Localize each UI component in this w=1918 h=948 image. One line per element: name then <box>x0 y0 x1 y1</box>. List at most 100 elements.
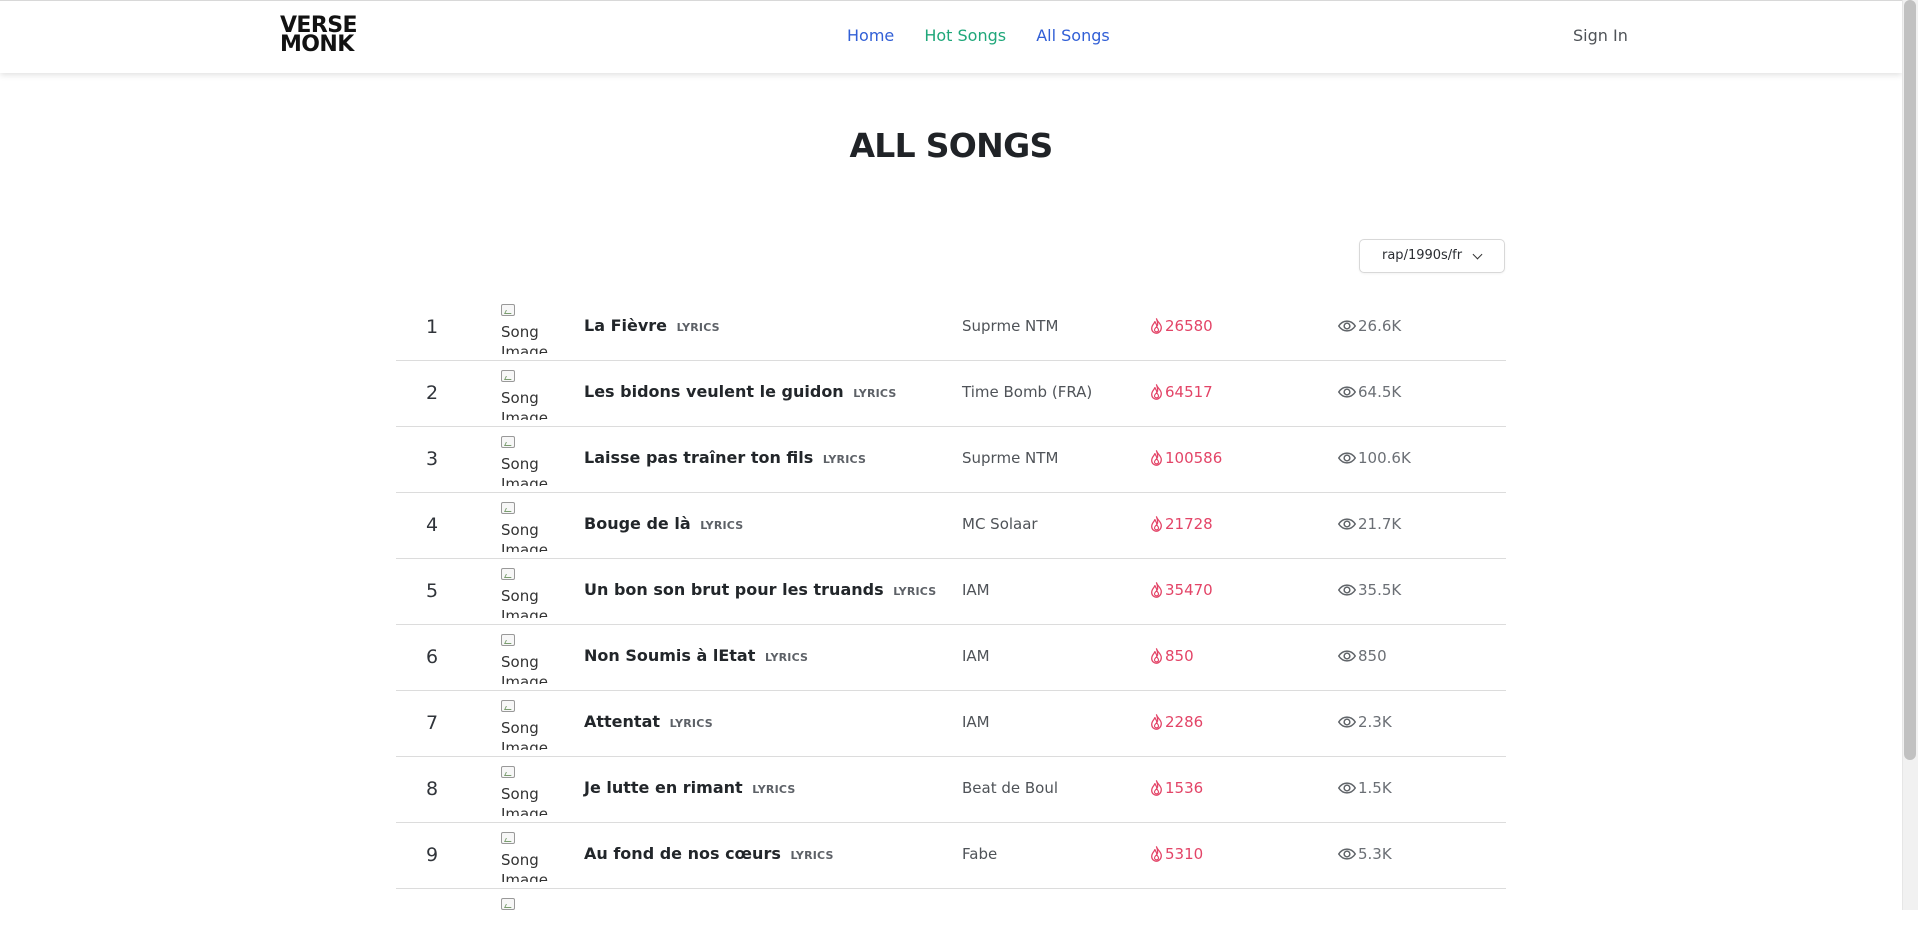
hotness-value: 2286 <box>1165 713 1204 731</box>
song-rank: 6 <box>426 646 439 668</box>
song-title-link[interactable]: Laisse pas traîner ton fils LYRICS <box>584 448 866 467</box>
versemonk-logo[interactable]: VERSE MONK <box>280 15 357 59</box>
lyrics-label: LYRICS <box>700 519 744 532</box>
song-row[interactable]: 4 Song Image Bouge de là LYRICS MC Solaa… <box>396 493 1506 559</box>
hotness-score: 2286 <box>1150 713 1203 731</box>
song-row[interactable]: 9 Song Image Au fond de nos cœurs LYRICS… <box>396 823 1506 889</box>
song-rank: 7 <box>426 712 439 734</box>
eye-icon <box>1338 320 1356 332</box>
artist-name[interactable]: IAM <box>962 647 990 665</box>
artist-name[interactable]: MC Solaar <box>962 515 1038 533</box>
page-title: ALL SONGS <box>849 126 1053 165</box>
eye-icon <box>1338 518 1356 530</box>
song-title: Bouge de là <box>584 514 691 533</box>
broken-image-icon <box>501 898 515 910</box>
song-image: Song Image <box>501 368 555 420</box>
view-count: 850 <box>1338 647 1387 665</box>
broken-image-icon <box>501 370 515 382</box>
song-row[interactable]: 3 Song Image Laisse pas traîner ton fils… <box>396 427 1506 493</box>
song-image: Song Image <box>501 830 555 882</box>
song-title-link[interactable]: Les bidons veulent le guidon LYRICS <box>584 382 897 401</box>
fire-icon <box>1151 780 1162 796</box>
hotness-score: 850 <box>1150 647 1194 665</box>
eye-icon <box>1338 386 1356 398</box>
song-rank: 8 <box>426 778 439 800</box>
song-title: La Fièvre <box>584 316 667 335</box>
song-image: Song Image <box>501 566 555 618</box>
song-title-link[interactable]: Je lutte en rimant LYRICS <box>584 778 795 797</box>
broken-image-icon <box>501 766 515 778</box>
hotness-score: 100586 <box>1150 449 1222 467</box>
view-count: 2.3K <box>1338 713 1392 731</box>
song-row[interactable]: 8 Song Image Je lutte en rimant LYRICS B… <box>396 757 1506 823</box>
song-title: Au fond de nos cœurs <box>584 844 781 863</box>
lyrics-label: LYRICS <box>822 453 867 466</box>
selected-genre-value: rap/1990s/fr <box>1382 248 1463 263</box>
song-row[interactable]: 7 Song Image Attentat LYRICS IAM 2286 2.… <box>396 691 1506 757</box>
artist-name[interactable]: IAM <box>962 713 990 731</box>
artist-name[interactable]: Suprme NTM <box>962 449 1058 467</box>
song-rank: 9 <box>426 844 439 866</box>
nav-hot-songs-link[interactable]: Hot Songs <box>924 26 1006 45</box>
song-row[interactable]: 1 Song Image La Fièvre LYRICS Suprme NTM… <box>396 295 1506 361</box>
song-image-alt-text: Song Image <box>501 719 548 750</box>
song-image: Song Image <box>501 434 555 486</box>
hotness-value: 21728 <box>1165 515 1213 533</box>
song-title: Un bon son brut pour les truands <box>584 580 884 599</box>
sign-in-link[interactable]: Sign In <box>1573 26 1628 45</box>
artist-name[interactable]: Time Bomb (FRA) <box>962 383 1092 401</box>
fire-icon <box>1151 516 1162 532</box>
broken-image-icon <box>501 304 515 316</box>
song-title-link[interactable]: Non Soumis à lEtat LYRICS <box>584 646 808 665</box>
song-title-link[interactable]: Attentat LYRICS <box>584 712 713 731</box>
song-rank: 4 <box>426 514 439 536</box>
artist-name[interactable]: IAM <box>962 581 990 599</box>
lyrics-label: LYRICS <box>764 651 809 664</box>
song-image-alt-text: Song Image <box>501 455 548 486</box>
page-scrollbar[interactable] <box>1902 0 1918 910</box>
song-row[interactable]: 5 Song Image Un bon son brut pour les tr… <box>396 559 1506 625</box>
nav-all-songs-link[interactable]: All Songs <box>1036 26 1110 45</box>
view-count: 100.6K <box>1338 449 1411 467</box>
view-count-value: 64.5K <box>1358 383 1402 401</box>
song-image-alt-text: Song Image <box>501 521 548 552</box>
chevron-down-icon <box>1472 249 1483 260</box>
artist-name[interactable]: Fabe <box>962 845 997 863</box>
view-count-value: 35.5K <box>1358 581 1402 599</box>
song-image-alt-text: Song Image <box>501 851 548 882</box>
song-row[interactable]: 6 Song Image Non Soumis à lEtat LYRICS I… <box>396 625 1506 691</box>
nav-home-link[interactable]: Home <box>847 26 894 45</box>
song-title-link[interactable]: Au fond de nos cœurs LYRICS <box>584 844 834 863</box>
hotness-value: 26580 <box>1165 317 1213 335</box>
artist-name[interactable]: Suprme NTM <box>962 317 1058 335</box>
main-navigation: Home Hot Songs All Songs <box>847 26 1135 45</box>
view-count: 1.5K <box>1338 779 1392 797</box>
genre-filter-dropdown[interactable]: rap/1990s/fr <box>1359 239 1505 273</box>
view-count-value: 100.6K <box>1358 449 1411 467</box>
hotness-value: 100586 <box>1165 449 1223 467</box>
hotness-score: 1536 <box>1150 779 1203 797</box>
eye-icon <box>1338 650 1356 662</box>
view-count-value: 5.3K <box>1358 845 1392 863</box>
eye-icon <box>1338 452 1356 464</box>
eye-icon <box>1338 782 1356 794</box>
song-title: Attentat <box>584 712 661 731</box>
song-title: Je lutte en rimant <box>584 778 743 797</box>
song-list: 1 Song Image La Fièvre LYRICS Suprme NTM… <box>396 295 1506 919</box>
eye-icon <box>1338 584 1356 596</box>
song-rank: 2 <box>426 382 439 404</box>
song-image-alt-text: Song Image <box>501 653 548 684</box>
scrollbar-thumb[interactable] <box>1904 0 1916 760</box>
view-count: 26.6K <box>1338 317 1401 335</box>
song-title-link[interactable]: La Fièvre LYRICS <box>584 316 720 335</box>
song-row[interactable]: 2 Song Image Les bidons veulent le guido… <box>396 361 1506 427</box>
song-image-alt-text: Song Image <box>501 389 548 420</box>
song-title-link[interactable]: Un bon son brut pour les truands LYRICS <box>584 580 936 599</box>
view-count-value: 2.3K <box>1358 713 1392 731</box>
song-title-link[interactable]: Bouge de là LYRICS <box>584 514 743 533</box>
view-count: 35.5K <box>1338 581 1401 599</box>
lyrics-label: LYRICS <box>893 585 937 598</box>
view-count-value: 26.6K <box>1358 317 1402 335</box>
artist-name[interactable]: Beat de Boul <box>962 779 1058 797</box>
song-title: Les bidons veulent le guidon <box>584 382 844 401</box>
